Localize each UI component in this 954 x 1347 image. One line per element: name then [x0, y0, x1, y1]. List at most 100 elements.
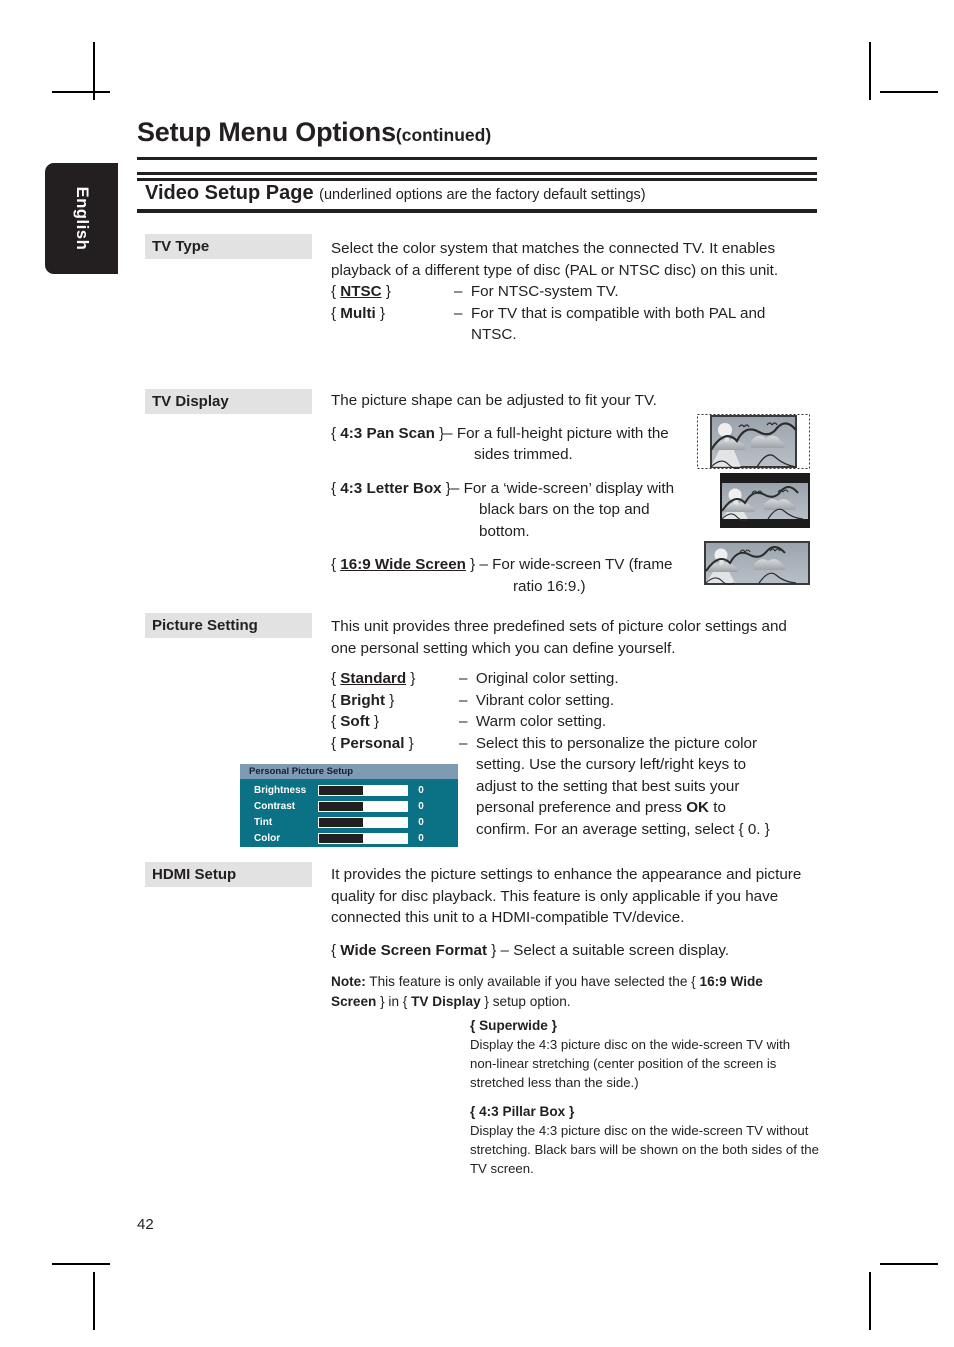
- hdmi-note-text-c: } setup option.: [480, 994, 571, 1009]
- brace-close: }: [404, 734, 414, 752]
- hdmi-wide-screen-format-name: Wide Screen Format: [340, 941, 488, 959]
- picture-setting-option-bright-desc: – Vibrant color setting.: [459, 690, 811, 712]
- tv-display-option-letter-box-name: 4:3 Letter Box: [340, 479, 442, 497]
- osd-row-brightness-value: 0: [418, 785, 424, 796]
- tv-type-option-ntsc-name: NTSC: [340, 283, 382, 300]
- page-number: 42: [137, 1216, 154, 1233]
- picture-setting-option-personal-key: { Personal }: [331, 733, 459, 755]
- desc-text: For a ‘wide-screen’ display with black b…: [463, 479, 675, 540]
- hdmi-wide-screen-format-line: { Wide Screen Format } – Select a suitab…: [331, 941, 730, 959]
- tv-display-intro: The picture shape can be adjusted to fit…: [331, 392, 657, 409]
- osd-title: Personal Picture Setup: [240, 764, 458, 779]
- picture-setting-option-bright: { Bright } – Vibrant color setting.: [331, 690, 811, 712]
- row-body-hdmi-setup: It provides the picture settings to enha…: [331, 864, 811, 1012]
- section-banner-title: Video Setup Page: [145, 182, 314, 204]
- language-tab: English: [45, 163, 118, 274]
- personal-picture-setup-osd: Personal Picture Setup Brightness 0 Cont…: [240, 764, 458, 847]
- tv-type-option-multi: { Multi } – For TV that is compatible wit…: [331, 303, 811, 346]
- header-rule-2: [137, 172, 817, 175]
- picture-setting-option-personal-desc: – Select this to personalize the picture…: [459, 733, 811, 841]
- crop-mark-bottom-left-vertical: [93, 1272, 95, 1330]
- dash-glyph: –: [444, 424, 453, 442]
- osd-row-contrast[interactable]: Contrast 0: [240, 799, 458, 814]
- header-rule-1: [137, 157, 817, 160]
- hdmi-setup-intro: It provides the picture settings to enha…: [331, 866, 802, 926]
- page-title-continued: (continued): [395, 125, 492, 145]
- picture-setting-option-standard-desc: – Original color setting.: [459, 668, 811, 690]
- sub-option-pillar-box-heading: { 4:3 Pillar Box }: [470, 1104, 575, 1119]
- crop-mark-bottom-right-horizontal: [880, 1263, 938, 1265]
- tv-type-option-multi-key: { Multi }: [331, 304, 386, 322]
- row-body-tv-type: Select the color system that matches the…: [331, 238, 811, 346]
- osd-row-tint[interactable]: Tint 0: [240, 815, 458, 830]
- hdmi-wide-screen-format-desc: – Select a suitable screen display.: [500, 941, 730, 959]
- section-banner: Video Setup Page (underlined options are…: [145, 182, 646, 205]
- dash-glyph: –: [479, 556, 488, 573]
- tv-display-option-pan-scan-name: 4:3 Pan Scan: [340, 424, 435, 442]
- dash-glyph: –: [459, 713, 468, 730]
- osd-row-brightness-slider[interactable]: [318, 785, 408, 796]
- desc-text: For a full-height picture with the sides…: [456, 424, 669, 464]
- desc-line-4b: to: [709, 799, 726, 816]
- tv-type-option-ntsc: { NTSC } – For NTSC-system TV.: [331, 281, 811, 303]
- osd-row-contrast-slider[interactable]: [318, 801, 408, 812]
- dash-glyph: –: [454, 304, 463, 322]
- crop-mark-top-right-horizontal: [880, 91, 938, 93]
- tv-type-option-ntsc-key: { NTSC }: [331, 283, 391, 300]
- desc-text: For wide-screen TV (frame ratio 16:9.): [492, 556, 673, 595]
- crop-mark-top-right-vertical: [869, 42, 871, 100]
- picture-setting-option-soft: { Soft } – Warm color setting.: [331, 711, 811, 733]
- osd-rows: Brightness 0 Contrast 0 Tint 0 Color 0: [240, 779, 458, 846]
- row-label-tv-display: TV Display: [145, 389, 312, 414]
- picture-setting-option-standard-key: { Standard }: [331, 670, 416, 687]
- osd-row-color[interactable]: Color 0: [240, 831, 458, 846]
- language-tab-label: English: [73, 186, 91, 251]
- row-body-tv-display: The picture shape can be adjusted to fit…: [331, 390, 701, 597]
- desc-text: For NTSC-system TV.: [470, 283, 619, 300]
- header-rule-4: [137, 209, 817, 213]
- osd-row-tint-slider[interactable]: [318, 817, 408, 828]
- tv-display-option-letter-box: { 4:3 Letter Box }– For a ‘wide-screen’ …: [331, 479, 675, 540]
- picture-setting-option-standard: { Standard } – Original color setting.: [331, 668, 811, 690]
- desc-line-5: confirm. For an average setting, select …: [476, 820, 770, 838]
- crop-mark-bottom-left-horizontal: [52, 1263, 110, 1265]
- sub-option-superwide: { Superwide } Display the 4:3 picture di…: [470, 1016, 820, 1092]
- dash-glyph: –: [454, 283, 463, 300]
- tv-display-option-wide-screen-name: 16:9 Wide Screen: [340, 556, 466, 573]
- wide-screen-thumbnail: [704, 541, 810, 585]
- crop-mark-bottom-right-vertical: [869, 1272, 871, 1330]
- page-title-text: Setup Menu Options: [137, 117, 396, 147]
- picture-setting-option-bright-name: Bright: [340, 691, 386, 709]
- tv-type-intro: Select the color system that matches the…: [331, 240, 779, 279]
- desc-text: Warm color setting.: [475, 713, 607, 730]
- osd-row-brightness[interactable]: Brightness 0: [240, 783, 458, 798]
- section-banner-note: (underlined options are the factory defa…: [319, 187, 646, 203]
- crop-mark-top-left-horizontal: [52, 91, 110, 93]
- osd-row-color-slider[interactable]: [318, 833, 408, 844]
- desc-text: For TV that is compatible with both PAL …: [471, 304, 766, 344]
- tv-display-option-wide-screen: { 16:9 Wide Screen } – For wide-screen T…: [331, 556, 673, 595]
- picture-setting-option-bright-key: { Bright }: [331, 691, 395, 709]
- tv-type-option-multi-name: Multi: [340, 304, 376, 322]
- tv-type-option-ntsc-desc: – For NTSC-system TV.: [454, 281, 811, 303]
- hdmi-note-text-a: This feature is only available if you ha…: [365, 974, 700, 989]
- picture-setting-intro: This unit provides three predefined sets…: [331, 618, 787, 657]
- dash-glyph: –: [450, 479, 460, 497]
- osd-row-contrast-label: Contrast: [254, 801, 296, 812]
- letter-box-thumbnail: [720, 473, 810, 528]
- desc-line-4: personal preference and press OK to: [459, 797, 811, 819]
- desc-line-3: adjust to the setting that best suits yo…: [476, 777, 740, 795]
- picture-setting-option-standard-name: Standard: [340, 670, 407, 687]
- desc-line-4a: personal preference and press: [476, 799, 687, 816]
- row-label-hdmi-setup: HDMI Setup: [145, 862, 312, 887]
- sub-option-pillar-box: { 4:3 Pillar Box } Display the 4:3 pictu…: [470, 1102, 820, 1178]
- sub-option-superwide-heading: { Superwide }: [470, 1018, 557, 1033]
- pan-scan-thumbnail: [697, 414, 810, 469]
- picture-setting-option-soft-desc: – Warm color setting.: [459, 711, 811, 733]
- picture-setting-option-soft-key: { Soft }: [331, 713, 380, 730]
- osd-row-tint-label: Tint: [254, 817, 273, 828]
- osd-row-color-value: 0: [418, 833, 424, 844]
- dash-glyph: –: [459, 670, 468, 687]
- osd-row-brightness-label: Brightness: [254, 785, 307, 796]
- hdmi-note: Note: This feature is only available if …: [331, 972, 811, 1012]
